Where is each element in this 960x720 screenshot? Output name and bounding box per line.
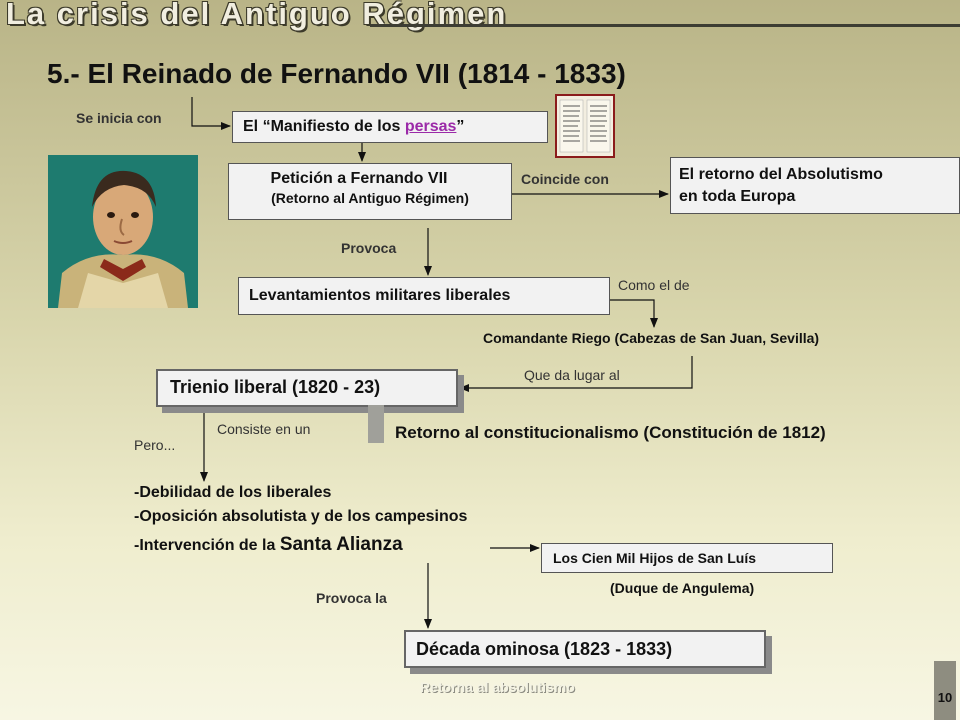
absolutismo-line2: en toda Europa [679, 188, 796, 205]
cien-mil-box: Los Cien Mil Hijos de San Luís [541, 543, 833, 573]
levantamientos-box: Levantamientos militares liberales [238, 277, 610, 315]
decada-box: Década ominosa (1823 - 1833) [404, 630, 766, 668]
label-provoca-la: Provoca la [316, 590, 387, 606]
trienio-box: Trienio liberal (1820 - 23) [156, 369, 458, 407]
peticion-line1: Petición a Fernando VII [270, 170, 448, 187]
label-coincide: Coincide con [521, 171, 609, 187]
manifiesto-suffix: ” [456, 118, 465, 135]
page-number: 10 [937, 690, 953, 705]
causa-intervencion: -Intervención de la Santa Alianza [134, 534, 403, 556]
peticion-line2: (Retorno al Antiguo Régimen) [271, 190, 469, 206]
manifiesto-box: El “Manifiesto de los persas” [232, 111, 548, 143]
retorno-constitucionalismo: Retorno al constitucionalismo (Constituc… [395, 423, 826, 442]
arrow-como-el-de [610, 299, 658, 328]
label-se-inicia: Se inicia con [76, 110, 162, 126]
santa-alianza: Santa Alianza [279, 534, 403, 555]
causa-debilidad: -Debilidad de los liberales [134, 484, 332, 501]
connector-tab [368, 405, 384, 443]
causa-intervencion-prefix: -Intervención de la [134, 537, 280, 554]
peticion-box: Petición a Fernando VII (Retorno al Anti… [228, 163, 512, 220]
label-pero: Pero... [134, 437, 176, 453]
riego-text: Comandante Riego (Cabezas de San Juan, S… [483, 330, 820, 346]
causa-oposicion: -Oposición absolutista y de los campesin… [134, 508, 468, 525]
label-provoca: Provoca [341, 240, 397, 256]
persas-link[interactable]: persas [405, 118, 457, 135]
absolutismo-line1: El retorno del Absolutismo [679, 166, 883, 183]
retorna-absolutismo: Retorna al absolutismo [420, 679, 575, 695]
label-como-el-de: Como el de [618, 277, 690, 293]
label-consiste: Consiste en un [217, 421, 311, 437]
label-que-da-lugar: Que da lugar al [524, 367, 620, 383]
flow-connectors [191, 97, 693, 629]
arrow-se-inicia [191, 97, 231, 130]
absolutismo-box: El retorno del Absolutismo en toda Europ… [670, 157, 960, 214]
duque-text: (Duque de Angulema) [610, 580, 755, 596]
manifiesto-prefix: El “Manifiesto de los [243, 118, 405, 135]
